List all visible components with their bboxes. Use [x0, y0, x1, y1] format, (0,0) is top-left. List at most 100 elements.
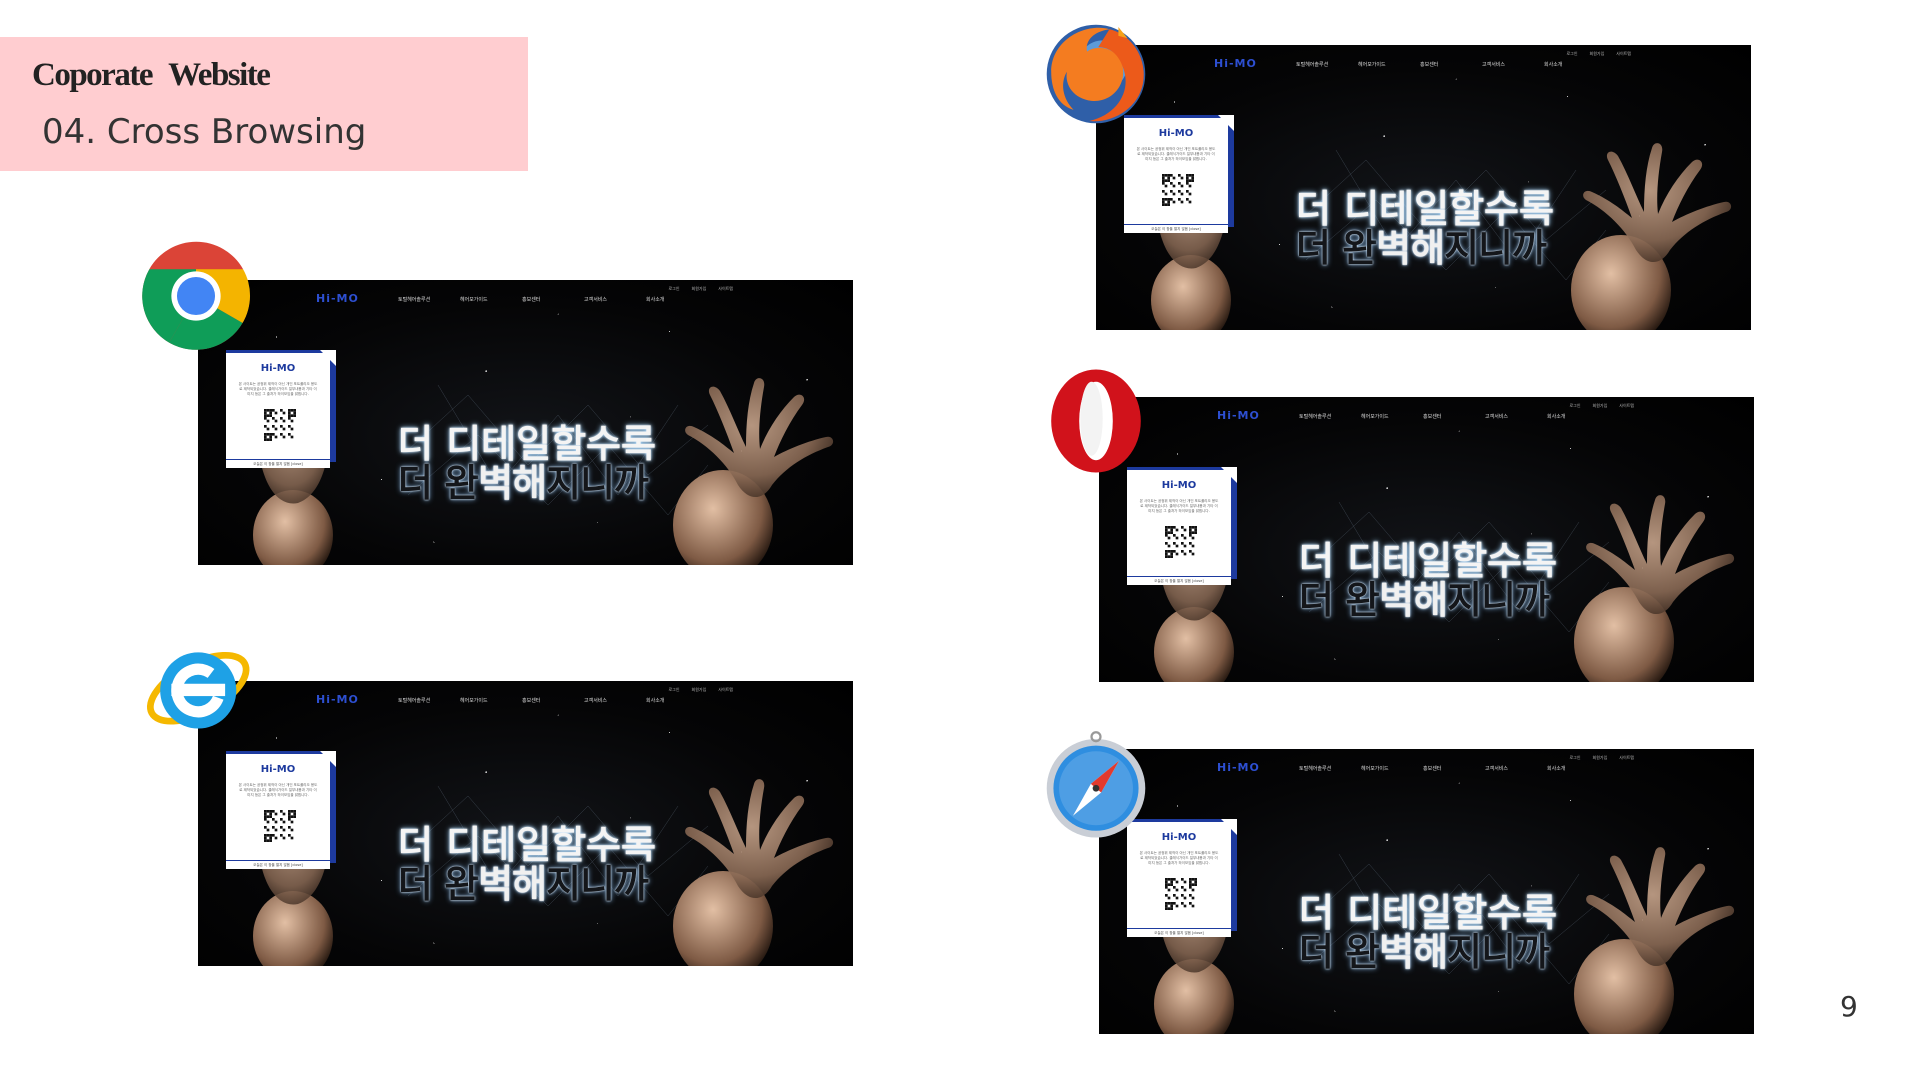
qr-code-icon	[1162, 174, 1194, 206]
main-nav: 토털헤어솔루션 헤어모가이드 홍보센터 고객서비스 회사소개	[398, 697, 708, 704]
popup-text: 본 사이트는 공정위 제작이 아닌 개인 포트폴리오 용도로 제작되었습니다. …	[238, 783, 318, 797]
top-links: 로그인 회원가입 사이트맵	[668, 286, 733, 292]
headline-line1: 더 디테일할수록	[398, 823, 656, 867]
headline-part: 완	[1345, 578, 1380, 622]
popup-close-link[interactable]: 오늘은 이 창을 열지 않음 [close]	[1124, 225, 1228, 233]
headline-part: 해	[1413, 930, 1448, 974]
nav-item[interactable]: 헤어모가이드	[460, 296, 522, 303]
qr-code-icon	[1165, 878, 1197, 910]
nav-item[interactable]: 회사소개	[1547, 413, 1609, 420]
top-link[interactable]: 사이트맵	[718, 286, 733, 292]
right-hand-image	[1574, 847, 1735, 1034]
right-hand-image	[673, 378, 834, 565]
headline-line2: 더 완벽해지니까	[398, 865, 656, 904]
qr-code-icon	[264, 810, 296, 842]
headline-part: 지	[1447, 930, 1482, 974]
headline-part: 벽	[478, 862, 513, 906]
popup-text: 본 사이트는 공정위 제작이 아닌 개인 포트폴리오 용도로 제작되었습니다. …	[1139, 851, 1219, 865]
hero-headline: 더 디테일할수록 더 완벽해지니까	[1296, 190, 1554, 268]
headline-part: 니까	[580, 461, 649, 505]
nav-item[interactable]: 홍보센터	[522, 296, 584, 303]
popup-close-link[interactable]: 오늘은 이 창을 열지 않음 [close]	[226, 460, 330, 468]
safari-screenshot: 로그인 회원가입 사이트맵 Hi-MO 토털헤어솔루션 헤어모가이드 홍보센터 고객서비스…	[1099, 749, 1754, 1034]
nav-item[interactable]: 토털헤어솔루션	[398, 296, 460, 303]
top-link[interactable]: 로그인	[1569, 403, 1580, 409]
headline-line1: 더 디테일할수록	[1299, 891, 1557, 935]
headline-part: 벽	[1376, 226, 1411, 270]
top-link[interactable]: 회원가입	[1590, 51, 1605, 57]
top-link[interactable]: 회원가입	[1593, 755, 1608, 761]
popup-close-link[interactable]: 오늘은 이 창을 열지 않음 [close]	[1127, 929, 1231, 937]
nav-item[interactable]: 헤어모가이드	[1361, 413, 1423, 420]
nav-item[interactable]: 토털헤어솔루션	[1299, 413, 1361, 420]
popup-close-link[interactable]: 오늘은 이 창을 열지 않음 [close]	[226, 861, 330, 869]
firefox-screenshot: 로그인 회원가입 사이트맵 Hi-MO 토털헤어솔루션 헤어모가이드 홍보센터 고객서비스…	[1096, 45, 1751, 330]
top-link[interactable]: 로그인	[1566, 51, 1577, 57]
headline-part: 지	[546, 461, 581, 505]
chrome-logo-icon	[140, 240, 252, 352]
headline-part: 더	[1299, 578, 1346, 622]
nav-item[interactable]: 홍보센터	[1423, 413, 1485, 420]
nav-item[interactable]: 홍보센터	[1420, 61, 1482, 68]
site-logo[interactable]: Hi-MO	[1214, 57, 1257, 70]
top-link[interactable]: 회원가입	[692, 286, 707, 292]
qr-code-icon	[1165, 526, 1197, 558]
firefox-logo-icon	[1040, 18, 1152, 130]
nav-item[interactable]: 고객서비스	[584, 697, 646, 704]
top-link[interactable]: 사이트맵	[1619, 403, 1634, 409]
main-nav: 토털헤어솔루션 헤어모가이드 홍보센터 고객서비스 회사소개	[1299, 765, 1609, 772]
site-logo[interactable]: Hi-MO	[1217, 409, 1260, 422]
top-link[interactable]: 사이트맵	[1619, 755, 1634, 761]
headline-part: 니까	[1481, 930, 1550, 974]
nav-item[interactable]: 회사소개	[1547, 765, 1609, 772]
nav-item[interactable]: 홍보센터	[522, 697, 584, 704]
headline-part: 니까	[1478, 226, 1547, 270]
safari-logo-icon	[1040, 730, 1152, 842]
top-link[interactable]: 로그인	[668, 687, 679, 693]
top-link[interactable]: 사이트맵	[718, 687, 733, 693]
nav-item[interactable]: 고객서비스	[1485, 413, 1547, 420]
page-number: 9	[1840, 990, 1858, 1023]
nav-item[interactable]: 토털헤어솔루션	[1299, 765, 1361, 772]
right-hand-image	[1571, 143, 1732, 330]
site-logo[interactable]: Hi-MO	[316, 693, 359, 706]
nav-item[interactable]: 고객서비스	[1482, 61, 1544, 68]
top-link[interactable]: 회원가입	[692, 687, 707, 693]
top-link[interactable]: 사이트맵	[1616, 51, 1631, 57]
main-nav: 토털헤어솔루션 헤어모가이드 홍보센터 고객서비스 회사소개	[1296, 61, 1606, 68]
internet-explorer-logo-icon	[140, 630, 252, 742]
headline-part: 완	[1345, 930, 1380, 974]
hero-headline: 더 디테일할수록 더 완벽해지니까	[398, 826, 656, 904]
nav-item[interactable]: 고객서비스	[584, 296, 646, 303]
top-link[interactable]: 회원가입	[1593, 403, 1608, 409]
headline-line1: 더 디테일할수록	[398, 422, 656, 466]
nav-item[interactable]: 고객서비스	[1485, 765, 1547, 772]
main-nav: 토털헤어솔루션 헤어모가이드 홍보센터 고객서비스 회사소개	[1299, 413, 1609, 420]
headline-part: 벽	[1379, 578, 1414, 622]
top-link[interactable]: 로그인	[1569, 755, 1580, 761]
nav-item[interactable]: 홍보센터	[1423, 765, 1485, 772]
nav-item[interactable]: 헤어모가이드	[460, 697, 522, 704]
slide-title: Coporate Website	[32, 57, 271, 93]
nav-item[interactable]: 회사소개	[646, 697, 708, 704]
headline-part: 해	[512, 862, 547, 906]
headline-part: 벽	[478, 461, 513, 505]
hero-headline: 더 디테일할수록 더 완벽해지니까	[1299, 542, 1557, 620]
notice-popup: Hi-MO 본 사이트는 공정위 제작이 아닌 개인 포트폴리오 용도로 제작되…	[226, 751, 336, 869]
site-logo[interactable]: Hi-MO	[316, 292, 359, 305]
headline-line2: 더 완벽해지니까	[1299, 581, 1557, 620]
headline-line2: 더 완벽해지니까	[398, 464, 656, 503]
popup-close-link[interactable]: 오늘은 이 창을 열지 않음 [close]	[1127, 577, 1231, 585]
nav-item[interactable]: 토털헤어솔루션	[398, 697, 460, 704]
headline-part: 완	[444, 862, 479, 906]
nav-item[interactable]: 토털헤어솔루션	[1296, 61, 1358, 68]
nav-item[interactable]: 회사소개	[646, 296, 708, 303]
nav-item[interactable]: 회사소개	[1544, 61, 1606, 68]
top-link[interactable]: 로그인	[668, 286, 679, 292]
nav-item[interactable]: 헤어모가이드	[1358, 61, 1420, 68]
popup-brand: Hi-MO	[260, 363, 296, 374]
site-logo[interactable]: Hi-MO	[1217, 761, 1260, 774]
nav-item[interactable]: 헤어모가이드	[1361, 765, 1423, 772]
slide-subtitle: 04. Cross Browsing	[42, 112, 367, 152]
popup-brand: Hi-MO	[1161, 480, 1197, 491]
